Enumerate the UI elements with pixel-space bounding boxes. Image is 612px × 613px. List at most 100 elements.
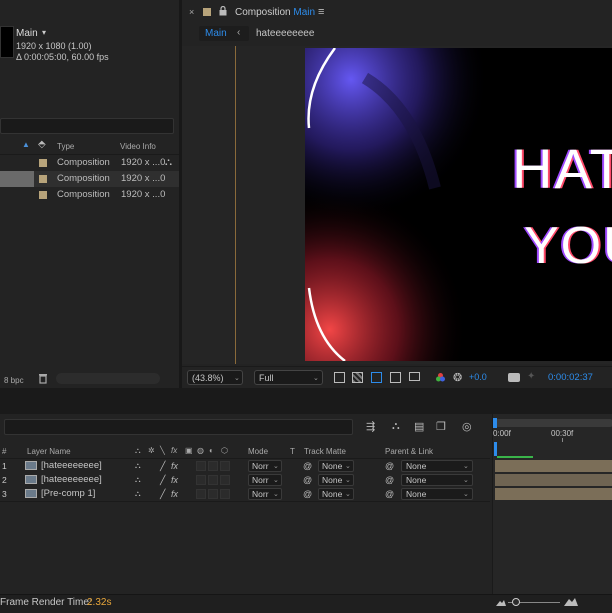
parent-dropdown[interactable]: None ⌄ xyxy=(401,460,473,472)
chevron-down-icon: ⌄ xyxy=(273,463,279,470)
label-color-swatch[interactable] xyxy=(39,159,47,167)
timeline-search-input[interactable] xyxy=(4,419,353,435)
mode-dropdown[interactable]: Norr ⌄ xyxy=(248,474,282,486)
selected-item-specs: 1920 x 1080 (1.00) xyxy=(16,41,92,51)
chevron-down-icon: ⌄ xyxy=(273,477,279,484)
column-type[interactable]: Type xyxy=(57,142,74,151)
layer-bar-1[interactable] xyxy=(495,460,612,472)
mode-dropdown[interactable]: Norr ⌄ xyxy=(248,460,282,472)
parent-pickwhip-icon[interactable]: @ xyxy=(385,473,394,487)
layer-row[interactable]: 1 [hateeeeeeee] ⛬ ╱ fx Norr ⌄ @ None ⌄ @ None ⌄ xyxy=(0,459,490,474)
quality-switch-icon[interactable]: ╱ xyxy=(160,459,165,473)
mode-dropdown[interactable]: Norr ⌄ xyxy=(248,488,282,500)
comp-mini-flowchart-icon[interactable]: ⇶ xyxy=(366,420,375,433)
project-item[interactable]: Composition 1920 x ...0 xyxy=(0,171,179,187)
channels-icon[interactable] xyxy=(435,372,446,383)
quality-switch-icon[interactable]: ╱ xyxy=(160,487,165,501)
bpc-label[interactable]: 8 bpc xyxy=(4,376,24,385)
parent-dropdown[interactable]: None ⌄ xyxy=(401,488,473,500)
zoom-in-mountain-icon[interactable] xyxy=(564,597,578,608)
sort-arrow-icon[interactable]: ▲ xyxy=(22,140,30,149)
label-tag-icon[interactable]: ⬘ xyxy=(38,139,46,150)
fx-switch-icon[interactable]: fx xyxy=(171,459,178,473)
switch-box[interactable] xyxy=(220,475,230,485)
zoom-slider-handle[interactable] xyxy=(512,598,520,606)
mask-path-icon[interactable] xyxy=(371,372,382,383)
trash-icon[interactable] xyxy=(38,372,48,384)
chevron-down-icon: ⌄ xyxy=(313,375,319,382)
zoom-dropdown[interactable]: (43.8%) ⌄ xyxy=(187,370,243,385)
layer-bar-3[interactable] xyxy=(495,488,612,500)
column-video-info[interactable]: Video Info xyxy=(120,142,156,151)
switch-box[interactable] xyxy=(196,489,206,499)
project-item[interactable]: Composition 1920 x ...0 xyxy=(0,187,179,203)
switch-box[interactable] xyxy=(208,461,218,471)
track-matte-dropdown[interactable]: None ⌄ xyxy=(318,460,354,472)
show-snapshot-icon[interactable]: ✦ xyxy=(527,371,535,382)
fx-switch-icon[interactable]: fx xyxy=(171,487,178,501)
switch-box[interactable] xyxy=(196,475,206,485)
track-matte-dropdown[interactable]: None ⌄ xyxy=(318,488,354,500)
viewer-tab-hate[interactable]: hateeeeeeee xyxy=(256,28,314,39)
shy-switch-icon[interactable]: ⛬ xyxy=(135,473,141,487)
shy-switch-icon[interactable]: ⛬ xyxy=(135,487,141,501)
resolution-dropdown[interactable]: Full ⌄ xyxy=(254,370,323,385)
parent-pickwhip-icon[interactable]: @ xyxy=(385,487,394,501)
monitor-icon[interactable] xyxy=(409,372,420,381)
composition-layer-icon xyxy=(25,461,37,470)
lock-icon[interactable] xyxy=(219,5,227,18)
column-layer-name[interactable]: Layer Name xyxy=(27,447,71,456)
matte-spiral-icon[interactable]: @ xyxy=(303,473,312,487)
switch-box[interactable] xyxy=(220,461,230,471)
project-item[interactable]: Composition 1920 x ...0 ⛬ xyxy=(0,155,179,171)
close-panel-icon[interactable]: × xyxy=(189,7,194,17)
layer-row[interactable]: 2 [hateeeeeeee] ⛬ ╱ fx Norr ⌄ @ None ⌄ @ None ⌄ xyxy=(0,473,490,488)
safe-margins-icon[interactable] xyxy=(390,372,401,383)
snapshot-icon[interactable] xyxy=(508,373,520,382)
work-area-bar[interactable] xyxy=(495,419,612,427)
fx-switch-icon[interactable]: fx xyxy=(171,473,178,487)
switch-box[interactable] xyxy=(208,489,218,499)
switch-box[interactable] xyxy=(220,489,230,499)
layer-name[interactable]: [hateeeeeeee] xyxy=(41,459,102,473)
current-time-display[interactable]: 0:00:02:37 xyxy=(548,372,593,383)
viewer-tab-main[interactable]: Main ‹ xyxy=(199,26,249,41)
draft-3d-icon[interactable]: ⛬ xyxy=(392,420,400,433)
layer-bar-2[interactable] xyxy=(495,474,612,486)
horizontal-divider[interactable] xyxy=(0,388,612,414)
parent-dropdown[interactable]: None ⌄ xyxy=(401,474,473,486)
layer-name[interactable]: [hateeeeeeee] xyxy=(41,473,102,487)
switch-box[interactable] xyxy=(196,461,206,471)
switch-shy-icon: ⛬ xyxy=(135,446,141,455)
exposure-reset-icon[interactable]: ❂ xyxy=(453,371,462,384)
hide-shy-icon[interactable]: ▤ xyxy=(414,420,424,433)
composition-preview[interactable]: HAT YOU xyxy=(305,48,612,361)
resolution-value: Full xyxy=(259,373,274,383)
layer-name[interactable]: [Pre-comp 1] xyxy=(41,487,95,501)
exposure-value[interactable]: +0.0 xyxy=(469,372,487,382)
switch-box[interactable] xyxy=(208,475,218,485)
transparency-grid-icon[interactable] xyxy=(352,372,363,383)
zoom-out-mountain-icon[interactable] xyxy=(496,598,506,608)
frame-blending-icon[interactable]: ❐ xyxy=(436,420,446,433)
label-color-swatch[interactable] xyxy=(39,191,47,199)
project-search-input[interactable] xyxy=(0,118,174,134)
panel-menu-icon[interactable]: ≡ xyxy=(318,6,324,18)
playhead[interactable] xyxy=(494,442,497,456)
work-area-start-handle[interactable] xyxy=(493,418,497,428)
label-color-swatch[interactable] xyxy=(39,175,47,183)
chevron-down-icon[interactable]: ▾ xyxy=(42,28,46,37)
flowchart-icon[interactable]: ⛬ xyxy=(165,155,172,171)
project-scrollbar[interactable] xyxy=(56,373,160,384)
shy-switch-icon[interactable]: ⛬ xyxy=(135,459,141,473)
matte-spiral-icon[interactable]: @ xyxy=(303,459,312,473)
chevron-down-icon: ⌄ xyxy=(345,477,351,484)
quality-switch-icon[interactable]: ╱ xyxy=(160,473,165,487)
track-matte-dropdown[interactable]: None ⌄ xyxy=(318,474,354,486)
layer-row[interactable]: 3 [Pre-comp 1] ⛬ ╱ fx Norr ⌄ @ None ⌄ @ None ⌄ xyxy=(0,487,490,502)
matte-spiral-icon[interactable]: @ xyxy=(303,487,312,501)
label-color-swatch[interactable] xyxy=(203,8,211,16)
motion-blur-icon[interactable]: ◎ xyxy=(462,420,472,433)
parent-pickwhip-icon[interactable]: @ xyxy=(385,459,394,473)
region-of-interest-icon[interactable] xyxy=(334,372,345,383)
